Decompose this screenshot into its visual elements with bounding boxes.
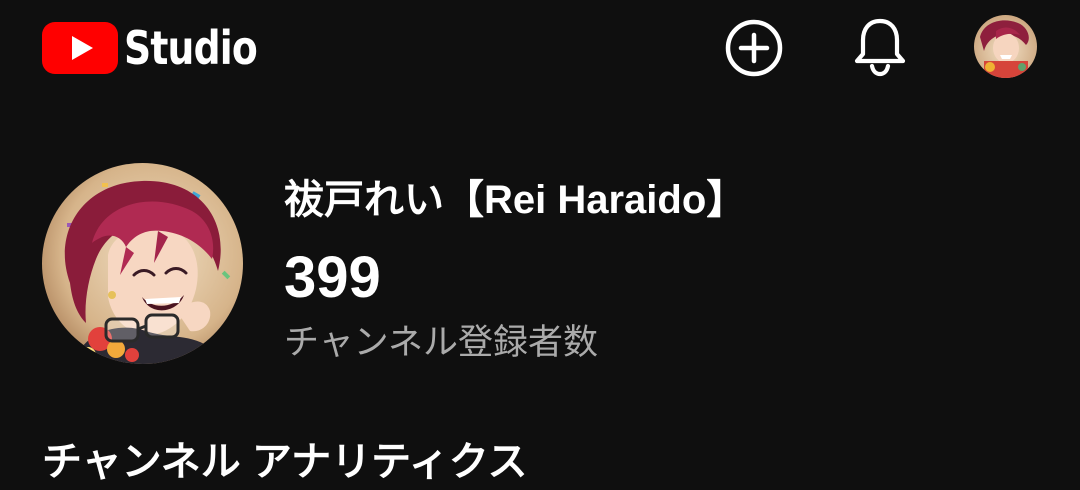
youtube-studio-logo[interactable]: Studio: [42, 18, 286, 78]
create-button[interactable]: [722, 16, 786, 80]
channel-avatar-image: [42, 163, 243, 364]
account-avatar[interactable]: [974, 15, 1037, 78]
notifications-button[interactable]: [848, 14, 912, 78]
account-avatar-image: [974, 15, 1037, 78]
subscriber-count: 399: [284, 245, 381, 310]
channel-avatar: [42, 163, 243, 364]
top-app-bar: Studio: [0, 0, 1080, 100]
bell-icon: [854, 18, 906, 77]
channel-name: 祓戸れい【Rei Haraido】: [284, 178, 747, 222]
add-circle-icon: [725, 19, 783, 77]
youtube-play-icon: [42, 22, 118, 74]
studio-logo-text: Studio: [124, 21, 258, 75]
subscriber-label: チャンネル登録者数: [284, 323, 598, 362]
channel-analytics-heading: チャンネル アナリティクス: [42, 440, 528, 484]
